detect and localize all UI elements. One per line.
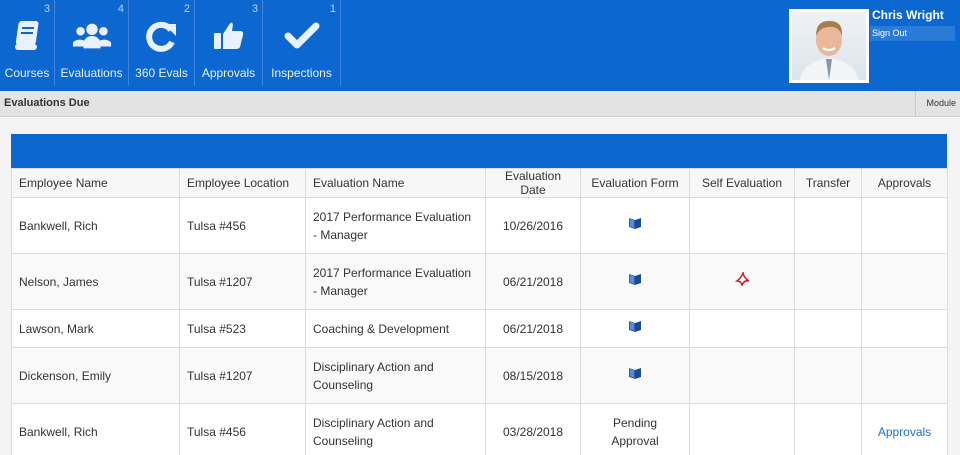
user-name: Chris Wright (872, 8, 944, 22)
nav-label: 360 Evals (135, 66, 188, 80)
nav-count: 3 (43, 3, 50, 15)
evaluation-form-cell (580, 197, 690, 254)
evaluation-form-cell (580, 253, 690, 310)
approvals-cell (861, 309, 948, 348)
top-bar: 3 Courses 4 Evaluations 2 360 Evals 3 Ap… (0, 0, 960, 91)
nav-label: Approvals (201, 66, 256, 80)
approvals-cell (861, 347, 948, 404)
evaluation-date-cell: 06/21/2018 (485, 253, 581, 310)
book-icon[interactable] (628, 273, 642, 286)
employee-name-cell: Bankwell, Rich (11, 403, 180, 455)
self-evaluation-cell (689, 347, 795, 404)
evaluation-name-cell: 2017 Performance Evaluation - Manager (305, 197, 486, 254)
module-button[interactable]: Module (915, 91, 960, 117)
evaluations-panel: Employee Name Employee Location Evaluati… (11, 134, 948, 455)
nav-approvals[interactable]: 3 Approvals (195, 0, 263, 86)
column-header[interactable]: Transfer (794, 168, 862, 198)
employee-name-cell: Nelson, James (11, 253, 180, 310)
refresh-icon (142, 18, 182, 54)
nav-label: Inspections (271, 66, 332, 80)
page-title: Evaluations Due (4, 97, 90, 109)
evaluation-form-cell (580, 309, 690, 348)
evaluation-name-cell: Disciplinary Action and Counseling (305, 347, 486, 404)
table-row: Nelson, James Tulsa #1207 2017 Performan… (11, 253, 948, 310)
self-evaluation-cell (689, 253, 795, 310)
evaluation-form-cell (580, 347, 690, 404)
employee-location-cell: Tulsa #1207 (179, 347, 306, 404)
book-icon[interactable] (628, 367, 642, 380)
evaluation-date-cell: 10/26/2016 (485, 197, 581, 254)
evaluations-table: Employee Name Employee Location Evaluati… (11, 168, 948, 455)
nav-label: Courses (4, 66, 50, 80)
employee-name-cell: Lawson, Mark (11, 309, 180, 348)
pdf-icon[interactable] (734, 270, 750, 288)
avatar[interactable] (789, 9, 869, 83)
column-header[interactable]: Self Evaluation (689, 168, 795, 198)
evaluation-date-cell: 03/28/2018 (485, 403, 581, 455)
book-icon[interactable] (628, 217, 642, 230)
evaluation-name-cell: Disciplinary Action and Counseling (305, 403, 486, 455)
nav-count: 4 (117, 3, 124, 15)
approvals-cell (861, 197, 948, 254)
column-header[interactable]: Approvals (861, 168, 948, 198)
nav-count: 2 (183, 3, 190, 15)
column-header[interactable]: Evaluation Form (580, 168, 690, 198)
column-header[interactable]: Employee Location (179, 168, 306, 198)
transfer-cell (794, 253, 862, 310)
main-nav: 3 Courses 4 Evaluations 2 360 Evals 3 Ap… (0, 0, 341, 91)
employee-location-cell: Tulsa #456 (179, 197, 306, 254)
nav-count: 1 (329, 3, 336, 15)
column-header[interactable]: Evaluation Date (485, 168, 581, 198)
table-row: Lawson, Mark Tulsa #523 Coaching & Devel… (11, 309, 948, 348)
employee-location-cell: Tulsa #456 (179, 403, 306, 455)
table-header-row: Employee Name Employee Location Evaluati… (11, 168, 948, 198)
evaluation-name-cell: 2017 Performance Evaluation - Manager (305, 253, 486, 310)
book-icon[interactable] (628, 320, 642, 333)
employee-location-cell: Tulsa #1207 (179, 253, 306, 310)
users-icon (72, 18, 112, 54)
approvals-cell: Approvals (861, 403, 948, 455)
approvals-link[interactable]: Approvals (878, 425, 931, 439)
user-photo (792, 12, 866, 80)
table-row: Bankwell, Rich Tulsa #456 2017 Performan… (11, 197, 948, 254)
nav-courses[interactable]: 3 Courses (0, 0, 55, 86)
self-evaluation-cell (689, 403, 795, 455)
table-row: Bankwell, Rich Tulsa #456 Disciplinary A… (11, 403, 948, 455)
transfer-cell (794, 403, 862, 455)
checkmark-icon (282, 18, 322, 54)
approvals-cell (861, 253, 948, 310)
self-evaluation-cell (689, 197, 795, 254)
table-row: Dickenson, Emily Tulsa #1207 Disciplinar… (11, 347, 948, 404)
nav-label: Evaluations (60, 66, 123, 80)
evaluation-date-cell: 08/15/2018 (485, 347, 581, 404)
column-header[interactable]: Employee Name (11, 168, 180, 198)
evaluation-name-cell: Coaching & Development (305, 309, 486, 348)
employee-location-cell: Tulsa #523 (179, 309, 306, 348)
evaluation-date-cell: 06/21/2018 (485, 309, 581, 348)
page-subheader: Evaluations Due Module (0, 91, 960, 117)
evaluation-status-cell: Pending Approval (580, 403, 690, 455)
employee-name-cell: Bankwell, Rich (11, 197, 180, 254)
book-icon (7, 18, 47, 54)
nav-count: 3 (251, 3, 258, 15)
nav-evaluations[interactable]: 4 Evaluations (55, 0, 129, 86)
self-evaluation-cell (689, 309, 795, 348)
panel-header (11, 134, 947, 168)
thumbs-up-icon (209, 18, 249, 54)
transfer-cell (794, 347, 862, 404)
nav-inspections[interactable]: 1 Inspections (263, 0, 341, 86)
nav-360-evals[interactable]: 2 360 Evals (129, 0, 195, 86)
transfer-cell (794, 309, 862, 348)
employee-name-cell: Dickenson, Emily (11, 347, 180, 404)
sign-out-button[interactable]: Sign Out (870, 26, 955, 41)
column-header[interactable]: Evaluation Name (305, 168, 486, 198)
transfer-cell (794, 197, 862, 254)
